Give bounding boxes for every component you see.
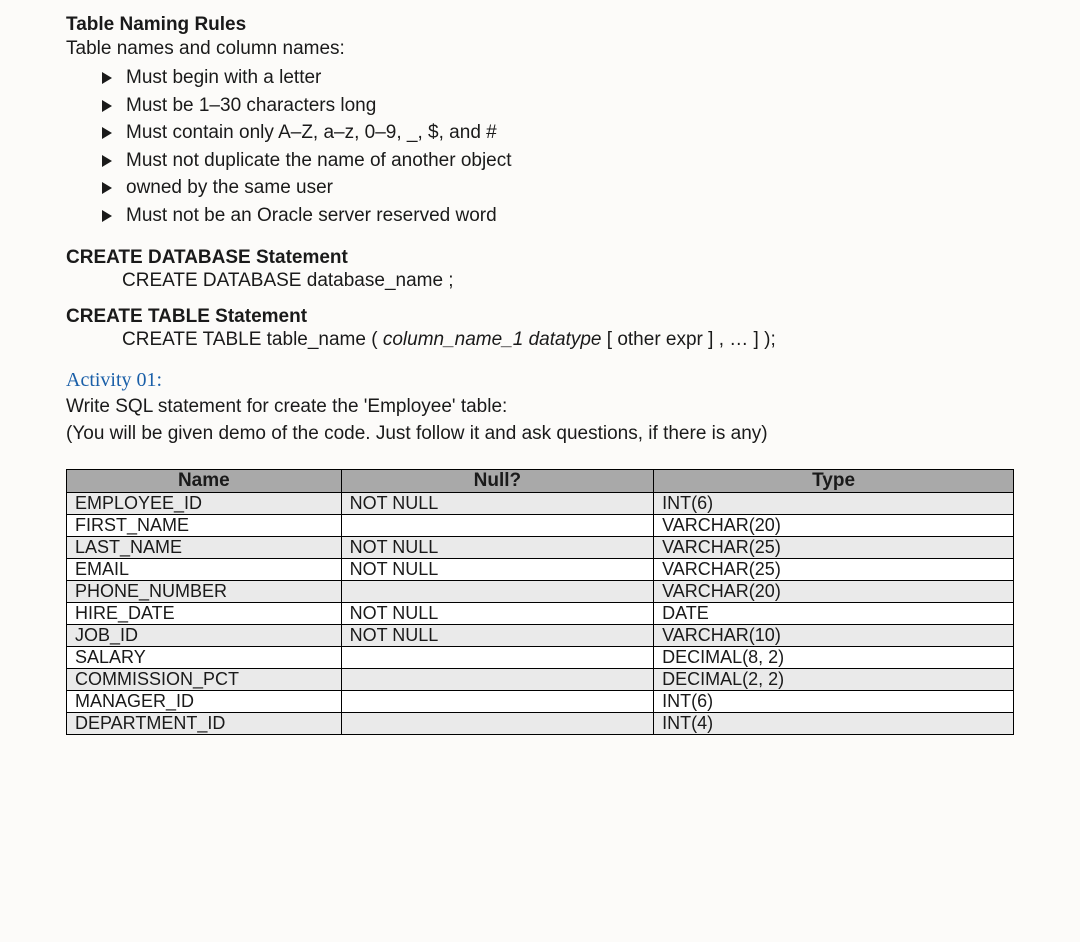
cell-type: VARCHAR(10)	[654, 625, 1014, 647]
table-row: EMPLOYEE_IDNOT NULLINT(6)	[67, 493, 1014, 515]
header-null: Null?	[341, 470, 654, 493]
create-table-body: CREATE TABLE table_name ( column_name_1 …	[122, 329, 1014, 351]
cell-null	[341, 581, 654, 603]
activity-title: Activity 01:	[66, 369, 1014, 392]
bullet-icon	[102, 72, 112, 84]
create-table-italic: column_name_1 datatype	[383, 329, 602, 350]
table-row: MANAGER_ID INT(6)	[67, 691, 1014, 713]
cell-null: NOT NULL	[341, 625, 654, 647]
table-header-row: Name Null? Type	[67, 470, 1014, 493]
cell-null: NOT NULL	[341, 537, 654, 559]
list-item: Must begin with a letter	[102, 64, 1014, 92]
cell-null	[341, 713, 654, 735]
bullet-icon	[102, 182, 112, 194]
list-item: owned by the same user	[102, 174, 1014, 202]
cell-name: LAST_NAME	[67, 537, 342, 559]
cell-type: INT(4)	[654, 713, 1014, 735]
header-name: Name	[67, 470, 342, 493]
cell-name: MANAGER_ID	[67, 691, 342, 713]
employee-table: Name Null? Type EMPLOYEE_IDNOT NULLINT(6…	[66, 469, 1014, 735]
rules-title: Table Naming Rules	[66, 14, 1014, 36]
create-database-title: CREATE DATABASE Statement	[66, 247, 1014, 269]
rules-list: Must begin with a letter Must be 1–30 ch…	[102, 64, 1014, 229]
create-table-suffix: [ other expr ] , … ] );	[602, 329, 776, 350]
list-item-text: Must be 1–30 characters long	[126, 92, 376, 120]
list-item: Must contain only A–Z, a–z, 0–9, _, $, a…	[102, 119, 1014, 147]
table-row: DEPARTMENT_ID INT(4)	[67, 713, 1014, 735]
cell-type: DECIMAL(2, 2)	[654, 669, 1014, 691]
list-item-text: Must not be an Oracle server reserved wo…	[126, 202, 497, 230]
cell-type: VARCHAR(25)	[654, 559, 1014, 581]
cell-null	[341, 691, 654, 713]
table-row: PHONE_NUMBER VARCHAR(20)	[67, 581, 1014, 603]
cell-type: DECIMAL(8, 2)	[654, 647, 1014, 669]
cell-name: SALARY	[67, 647, 342, 669]
cell-name: EMAIL	[67, 559, 342, 581]
list-item: Must not be an Oracle server reserved wo…	[102, 202, 1014, 230]
cell-null: NOT NULL	[341, 603, 654, 625]
cell-name: EMPLOYEE_ID	[67, 493, 342, 515]
bullet-icon	[102, 155, 112, 167]
table-row: SALARY DECIMAL(8, 2)	[67, 647, 1014, 669]
header-type: Type	[654, 470, 1014, 493]
table-row: LAST_NAMENOT NULLVARCHAR(25)	[67, 537, 1014, 559]
cell-null	[341, 515, 654, 537]
list-item-text: Must contain only A–Z, a–z, 0–9, _, $, a…	[126, 119, 497, 147]
cell-null	[341, 669, 654, 691]
bullet-icon	[102, 210, 112, 222]
table-row: FIRST_NAME VARCHAR(20)	[67, 515, 1014, 537]
table-row: HIRE_DATENOT NULLDATE	[67, 603, 1014, 625]
create-table-title: CREATE TABLE Statement	[66, 306, 1014, 328]
cell-type: VARCHAR(20)	[654, 581, 1014, 603]
table-row: JOB_IDNOT NULLVARCHAR(10)	[67, 625, 1014, 647]
activity-line1: Write SQL statement for create the 'Empl…	[66, 396, 507, 417]
cell-name: DEPARTMENT_ID	[67, 713, 342, 735]
list-item-text: owned by the same user	[126, 174, 333, 202]
activity-text: Write SQL statement for create the 'Empl…	[66, 394, 1014, 447]
list-item: Must not duplicate the name of another o…	[102, 147, 1014, 175]
cell-name: HIRE_DATE	[67, 603, 342, 625]
cell-name: JOB_ID	[67, 625, 342, 647]
create-table-block: CREATE TABLE Statement CREATE TABLE tabl…	[66, 306, 1014, 351]
bullet-icon	[102, 127, 112, 139]
list-item-text: Must begin with a letter	[126, 64, 321, 92]
table-row: EMAILNOT NULLVARCHAR(25)	[67, 559, 1014, 581]
list-item-text: Must not duplicate the name of another o…	[126, 147, 512, 175]
create-database-body: CREATE DATABASE database_name ;	[122, 270, 1014, 292]
cell-type: VARCHAR(25)	[654, 537, 1014, 559]
cell-null: NOT NULL	[341, 559, 654, 581]
cell-name: COMMISSION_PCT	[67, 669, 342, 691]
cell-type: INT(6)	[654, 493, 1014, 515]
cell-type: INT(6)	[654, 691, 1014, 713]
cell-name: FIRST_NAME	[67, 515, 342, 537]
cell-type: DATE	[654, 603, 1014, 625]
cell-null: NOT NULL	[341, 493, 654, 515]
table-row: COMMISSION_PCT DECIMAL(2, 2)	[67, 669, 1014, 691]
bullet-icon	[102, 100, 112, 112]
create-database-block: CREATE DATABASE Statement CREATE DATABAS…	[66, 247, 1014, 292]
rules-intro: Table names and column names:	[66, 38, 1014, 60]
activity-line2: (You will be given demo of the code. Jus…	[66, 423, 768, 444]
cell-name: PHONE_NUMBER	[67, 581, 342, 603]
cell-null	[341, 647, 654, 669]
create-table-prefix: CREATE TABLE table_name (	[122, 329, 383, 350]
list-item: Must be 1–30 characters long	[102, 92, 1014, 120]
cell-type: VARCHAR(20)	[654, 515, 1014, 537]
